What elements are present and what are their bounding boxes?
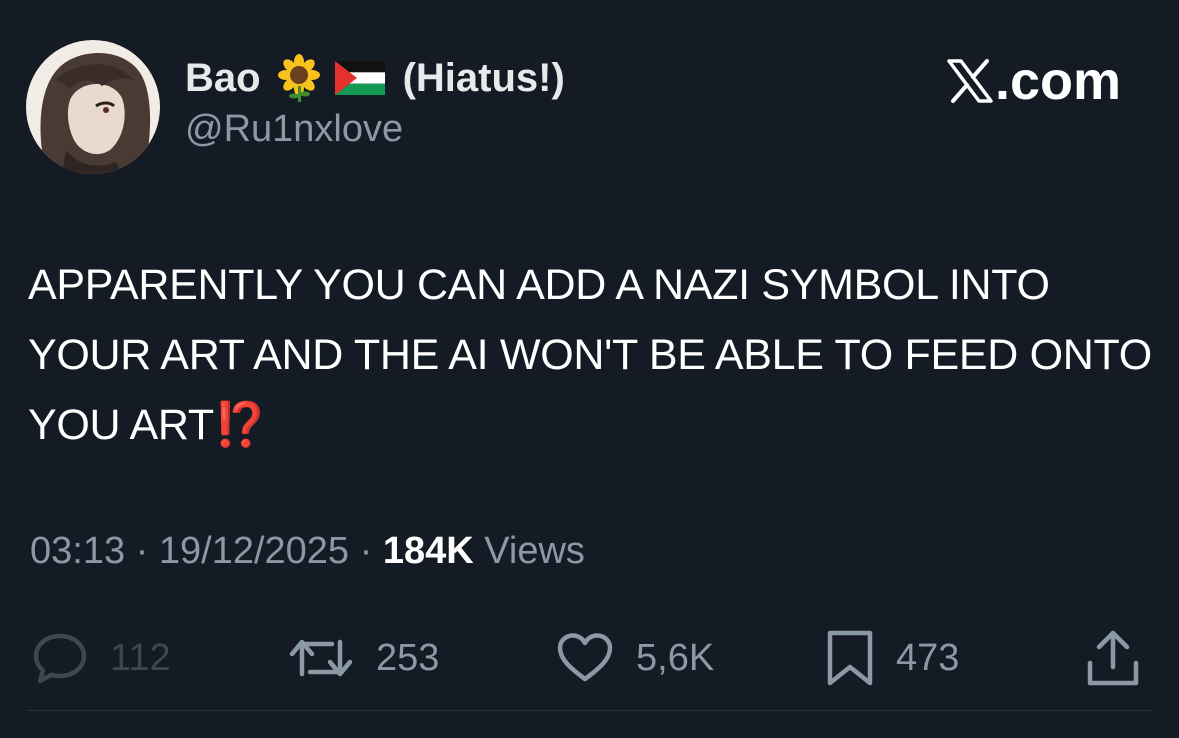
action-bar: 112 253 5,6K 473 xyxy=(0,628,1179,688)
brand-label: .com xyxy=(994,51,1121,111)
like-button[interactable]: 5,6K xyxy=(556,628,714,688)
bookmark-button[interactable]: 473 xyxy=(826,628,959,688)
sunflower-icon xyxy=(275,54,323,102)
tweet-text: APPARENTLY YOU CAN ADD A NAZI SYMBOL INT… xyxy=(28,250,1158,460)
author-handle[interactable]: @Ru1nxlove xyxy=(185,108,403,151)
tweet-time[interactable]: 03:13 xyxy=(30,530,125,572)
views-count: 184K xyxy=(382,530,474,572)
author-name: Bao xyxy=(185,55,261,100)
reply-icon xyxy=(32,632,88,684)
avatar-image xyxy=(26,40,160,174)
repost-icon xyxy=(288,634,354,682)
views-label: Views xyxy=(484,530,585,572)
meta-separator: · xyxy=(135,530,149,572)
avatar[interactable] xyxy=(26,40,160,174)
x-logo-icon xyxy=(947,59,993,103)
tweet-meta: 03:13 · 19/12/2025 · 184K Views xyxy=(30,530,585,573)
author-display-name[interactable]: Bao (Hiatus!) xyxy=(185,52,565,104)
bookmark-count: 473 xyxy=(896,636,960,679)
repost-count: 253 xyxy=(376,636,440,679)
author-name-suffix: (Hiatus!) xyxy=(402,55,565,100)
palestine-flag-icon xyxy=(334,61,385,95)
like-count: 5,6K xyxy=(636,636,715,679)
share-icon xyxy=(1086,629,1140,687)
tweet-body: APPARENTLY YOU CAN ADD A NAZI SYMBOL INT… xyxy=(28,261,1152,449)
bookmark-icon xyxy=(826,629,874,687)
reply-button[interactable]: 112 xyxy=(32,628,171,688)
exclamation-question-emoji: ⁉️ xyxy=(213,401,268,449)
tweet-date[interactable]: 19/12/2025 xyxy=(159,530,349,572)
share-button[interactable] xyxy=(1086,628,1162,688)
divider xyxy=(28,710,1151,711)
brand-watermark: .com xyxy=(947,50,1121,112)
heart-icon xyxy=(556,632,614,684)
meta-separator: · xyxy=(359,530,373,572)
reply-count: 112 xyxy=(110,636,171,679)
repost-button[interactable]: 253 xyxy=(288,628,439,688)
